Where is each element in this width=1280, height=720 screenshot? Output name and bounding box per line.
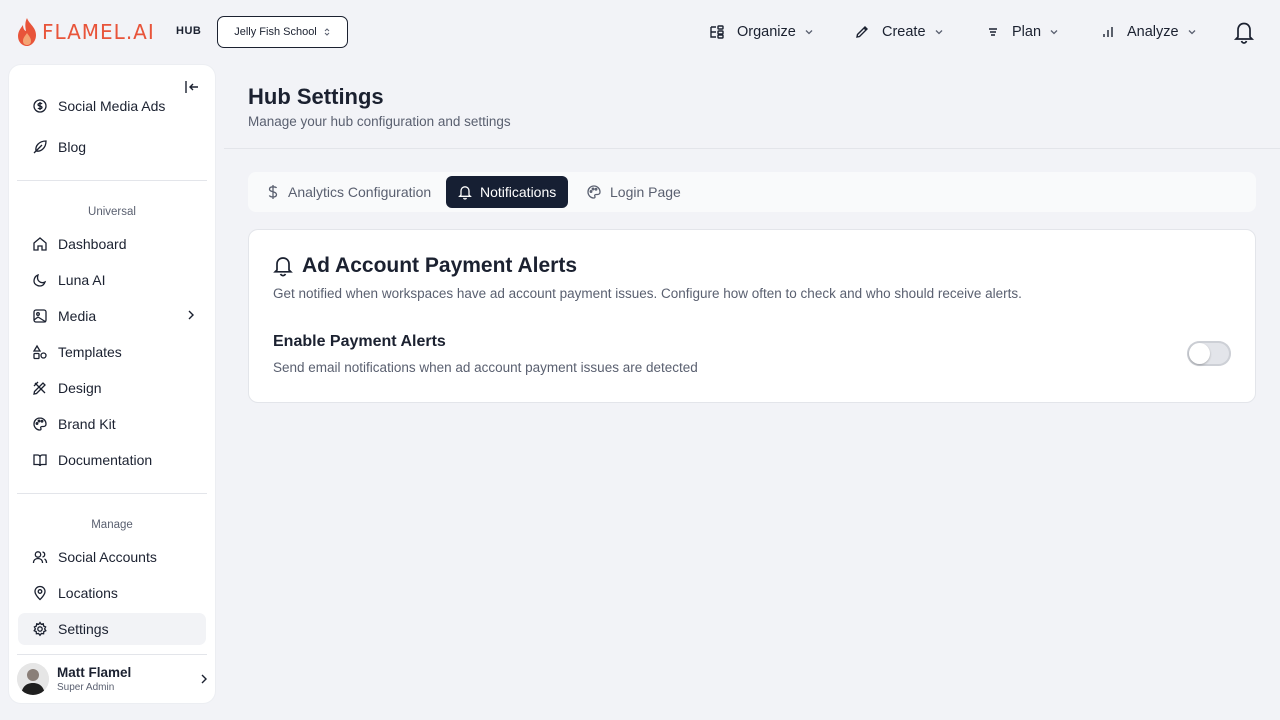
sidebar-item-media[interactable]: Media [18, 300, 206, 332]
sidebar-item-social-media-ads[interactable]: Social Media Ads [18, 95, 206, 117]
sidebar-item-label: Design [58, 380, 102, 396]
flame-icon [16, 17, 38, 47]
settings-tabs: Analytics Configuration Notifications Lo… [248, 172, 1256, 212]
list-icon [986, 25, 1000, 39]
nav-plan[interactable]: Plan [986, 20, 1059, 44]
sidebar-item-label: Templates [58, 344, 122, 360]
chevron-down-icon [804, 27, 814, 37]
nav-organize[interactable]: Organize [709, 20, 814, 44]
sidebar-item-label: Media [58, 308, 97, 324]
workspace-select-value: Jelly Fish School [234, 26, 317, 38]
user-info: Matt Flamel Super Admin [57, 665, 131, 693]
palette-icon [32, 416, 48, 432]
collapse-sidebar-icon[interactable] [183, 79, 201, 95]
user-name: Matt Flamel [57, 665, 132, 680]
design-tools-icon [32, 380, 48, 396]
sidebar: Social Media Ads Blog Universal Dashboar… [9, 65, 215, 703]
avatar [17, 663, 49, 695]
feather-icon [32, 139, 48, 155]
brand-logo[interactable]: FLAMEL.AI [16, 17, 155, 47]
moon-icon [32, 272, 48, 288]
home-icon [32, 236, 48, 252]
sidebar-item-blog[interactable]: Blog [18, 131, 206, 163]
sidebar-divider [17, 654, 207, 655]
nav-create-label: Create [882, 24, 926, 40]
map-pin-icon [32, 585, 48, 601]
brand-name: FLAMEL.AI [42, 20, 155, 44]
shapes-icon [32, 344, 48, 360]
palette-icon [586, 184, 602, 200]
chevron-down-icon [934, 27, 944, 37]
dollar-icon [266, 184, 280, 200]
nav-analyze[interactable]: Analyze [1101, 20, 1197, 44]
page-title: Hub Settings [248, 84, 384, 109]
sidebar-item-label: Luna AI [58, 272, 106, 288]
chevron-down-icon [1187, 27, 1197, 37]
sidebar-item-label: Brand Kit [58, 416, 116, 432]
book-icon [32, 452, 48, 468]
sidebar-item-social-accounts[interactable]: Social Accounts [18, 541, 206, 573]
sidebar-item-label: Settings [58, 621, 109, 637]
bell-icon [273, 255, 293, 277]
dollar-badge-icon [32, 98, 48, 114]
users-icon [32, 549, 48, 565]
notifications-bell-icon[interactable] [1233, 20, 1255, 44]
tab-notifications[interactable]: Notifications [446, 176, 569, 208]
sidebar-section-manage: Manage [91, 519, 133, 531]
sidebar-item-documentation[interactable]: Documentation [18, 444, 206, 476]
chevron-down-icon [1049, 27, 1059, 37]
sidebar-item-luna-ai[interactable]: Luna AI [18, 264, 206, 296]
nav-plan-label: Plan [1012, 24, 1042, 40]
nav-create[interactable]: Create [854, 20, 944, 44]
chevron-right-icon [186, 309, 196, 321]
bar-chart-icon [1101, 25, 1115, 39]
sidebar-item-label: Documentation [58, 452, 153, 468]
sidebar-item-label: Dashboard [58, 236, 127, 252]
sidebar-item-brand-kit[interactable]: Brand Kit [18, 408, 206, 440]
sidebar-item-label: Locations [58, 585, 118, 601]
option-description: Send email notifications when ad account… [273, 360, 698, 375]
sidebar-divider [17, 493, 207, 494]
tab-label: Login Page [610, 184, 681, 200]
card-title-text: Ad Account Payment Alerts [302, 254, 577, 277]
hub-label: HUB [176, 25, 202, 37]
tab-label: Notifications [480, 184, 557, 200]
image-icon [32, 308, 48, 324]
gear-icon [32, 621, 48, 637]
sidebar-item-locations[interactable]: Locations [18, 577, 206, 609]
sidebar-item-label: Social Accounts [58, 549, 157, 565]
page-subtitle: Manage your hub configuration and settin… [248, 114, 511, 129]
sidebar-divider [17, 180, 207, 181]
tab-analytics-configuration[interactable]: Analytics Configuration [254, 176, 443, 208]
sidebar-item-templates[interactable]: Templates [18, 336, 206, 368]
chevron-right-icon [199, 673, 209, 685]
sidebar-section-universal: Universal [88, 206, 136, 218]
sidebar-item-label: Blog [58, 139, 87, 155]
organize-icon [709, 24, 725, 40]
nav-analyze-label: Analyze [1127, 24, 1179, 40]
option-title: Enable Payment Alerts [273, 333, 446, 350]
chevron-up-down-icon [323, 27, 331, 37]
pencil-icon [854, 24, 870, 40]
workspace-select[interactable]: Jelly Fish School [217, 16, 348, 48]
top-nav: FLAMEL.AI HUB Jelly Fish School Organize… [0, 0, 1280, 64]
payment-alerts-card: Ad Account Payment Alerts Get notified w… [248, 229, 1256, 403]
sidebar-item-label: Social Media Ads [58, 98, 166, 114]
user-profile[interactable]: Matt Flamel Super Admin [17, 660, 209, 698]
sidebar-item-design[interactable]: Design [18, 372, 206, 404]
bell-icon [458, 184, 472, 200]
card-description: Get notified when workspaces have ad acc… [273, 286, 1022, 301]
nav-organize-label: Organize [737, 24, 796, 40]
sidebar-item-dashboard[interactable]: Dashboard [18, 228, 206, 260]
enable-payment-alerts-toggle[interactable] [1187, 341, 1231, 366]
user-role: Super Admin [57, 682, 115, 693]
tab-login-page[interactable]: Login Page [574, 176, 693, 208]
tab-label: Analytics Configuration [288, 184, 432, 200]
header-divider [224, 148, 1280, 149]
sidebar-item-settings[interactable]: Settings [18, 613, 206, 645]
card-title: Ad Account Payment Alerts [273, 254, 577, 278]
toggle-knob [1189, 343, 1210, 364]
